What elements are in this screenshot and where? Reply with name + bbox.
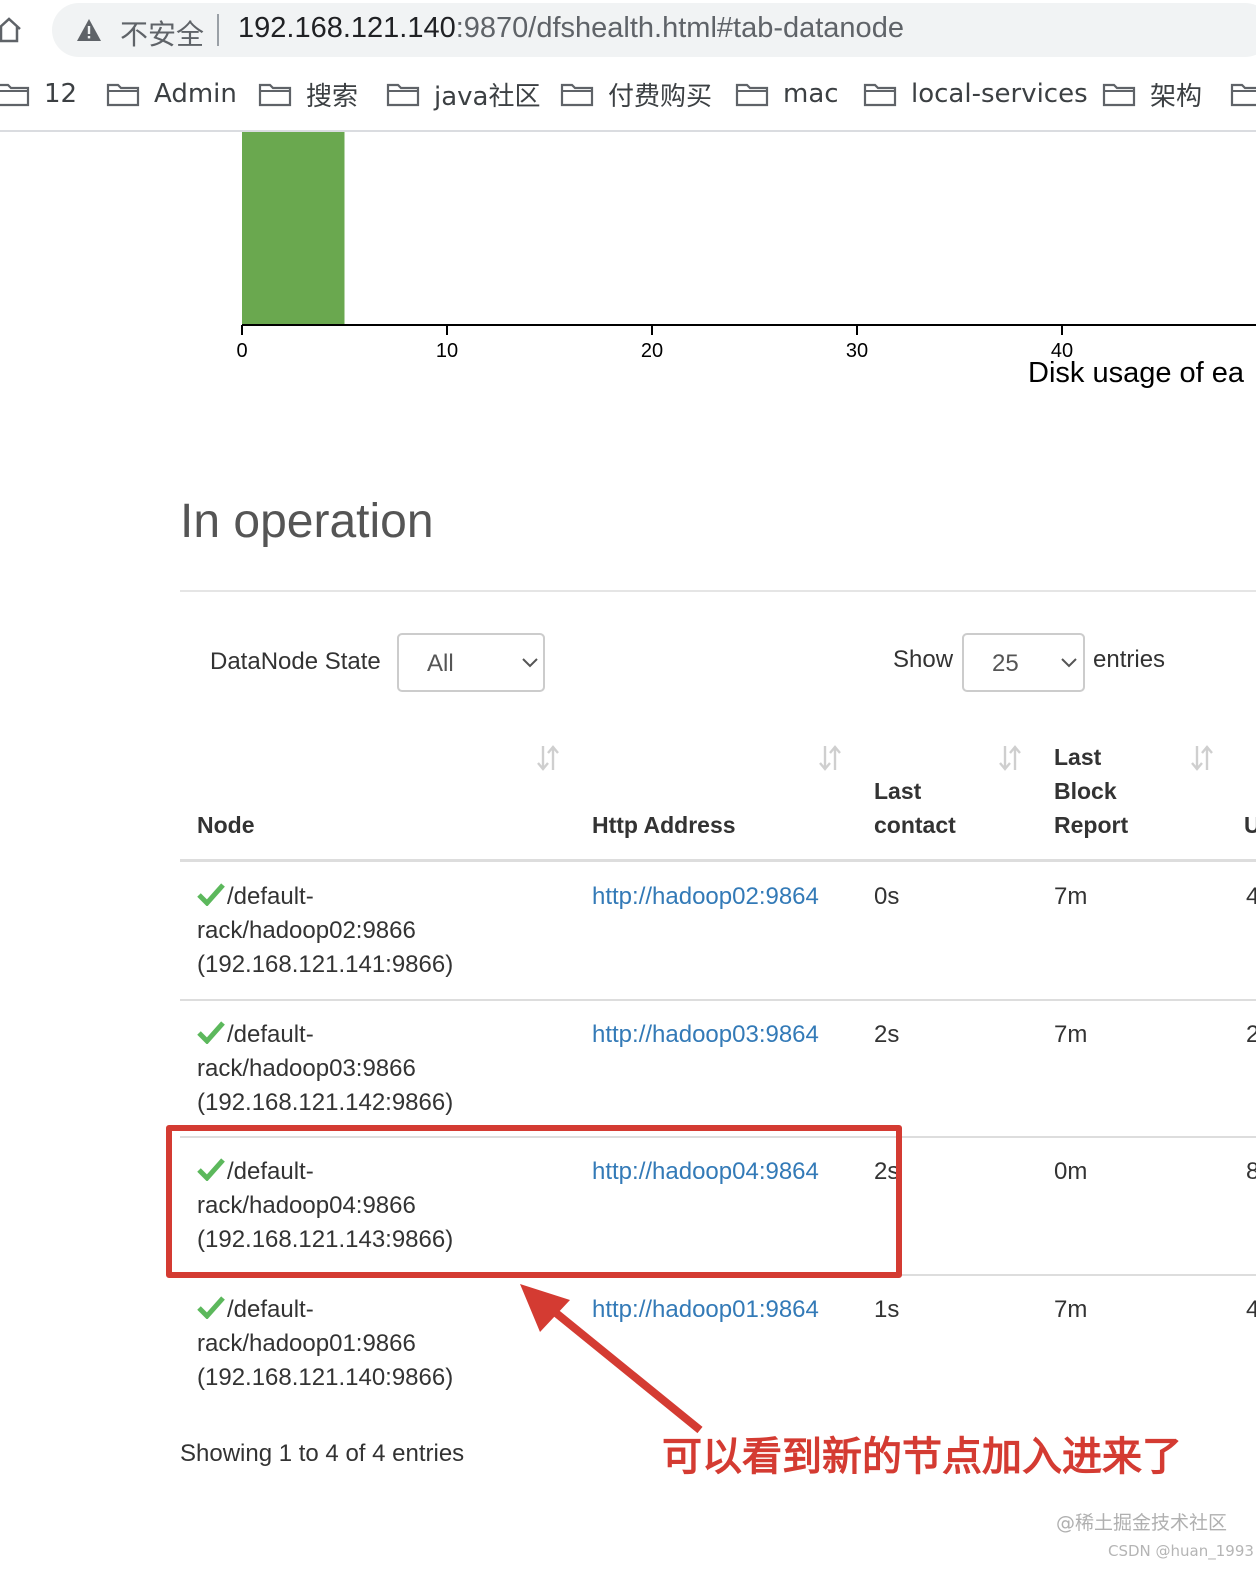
last-block-report-cell: 7m	[1054, 1296, 1088, 1323]
last-block-report-cell: 0m	[1054, 1158, 1088, 1185]
node-cell: /default- rack/hadoop01:9866 (192.168.12…	[197, 1296, 454, 1391]
check-icon	[197, 1296, 225, 1319]
x-tick-label: 30	[846, 340, 868, 362]
bookmark-local-services[interactable]: local-services	[863, 78, 1088, 110]
sort-icon[interactable]	[998, 744, 1022, 772]
folder-icon	[386, 83, 420, 107]
last-contact-cell: 0s	[874, 883, 900, 910]
http-address-link[interactable]: http://hadoop02:9864	[592, 880, 819, 914]
section-divider	[180, 590, 1256, 592]
bookmark-architecture[interactable]: 架构	[1102, 78, 1202, 112]
folder-icon	[863, 83, 897, 107]
folder-icon	[1230, 83, 1256, 107]
bookmark-search[interactable]: 搜索	[258, 78, 358, 112]
address-bar: 不安全 192.168.121.140:9870/dfshealth.html#…	[0, 0, 1256, 60]
truncated-cell: 4	[1246, 883, 1256, 910]
folder-icon	[735, 83, 769, 107]
bookmark-mac[interactable]: mac	[735, 78, 839, 110]
watermark: CSDN @huan_1993	[1108, 1542, 1254, 1560]
bookmarks-bar: 12 Admin 搜索 java社区 付费购买 mac local-servic…	[0, 66, 1256, 122]
highlight-box	[166, 1125, 902, 1278]
folder-icon	[1102, 83, 1136, 107]
table-info: Showing 1 to 4 of 4 entries	[180, 1440, 465, 1467]
annotation-text: 可以看到新的节点加入进来了	[662, 1434, 1182, 1480]
last-block-report-cell: 7m	[1054, 1021, 1088, 1048]
column-header-truncated[interactable]: U	[1244, 808, 1256, 842]
truncated-cell: 8	[1246, 1158, 1256, 1185]
folder-icon	[106, 83, 140, 107]
disk-usage-histogram: 0 10 20 30 40 Disk usage of ea	[236, 132, 1256, 389]
histogram-bar	[242, 132, 345, 325]
entries-label: entries	[1093, 646, 1166, 673]
column-header-node[interactable]: Node	[197, 808, 255, 842]
url-text[interactable]: 192.168.121.140:9870/dfshealth.html#tab-…	[238, 12, 904, 45]
http-address-link[interactable]: http://hadoop03:9864	[592, 1018, 819, 1052]
node-cell: /default- rack/hadoop02:9866 (192.168.12…	[197, 883, 454, 978]
state-value: All	[427, 650, 454, 677]
chart-title: Disk usage of ea	[1028, 357, 1245, 389]
bookmark-12[interactable]: 12	[0, 78, 77, 110]
folder-icon	[560, 83, 594, 107]
home-icon[interactable]	[0, 16, 22, 44]
truncated-cell: 2	[1246, 1021, 1256, 1048]
url-path: :9870/dfshealth.html#tab-datanode	[455, 12, 904, 44]
section-title: In operation	[180, 495, 434, 548]
datanode-state-select[interactable]: All	[397, 633, 545, 692]
chevron-down-icon	[522, 658, 538, 668]
length-value: 25	[992, 650, 1019, 677]
folder-icon	[0, 83, 30, 107]
folder-icon	[258, 83, 292, 107]
last-contact-cell: 1s	[874, 1296, 900, 1323]
page-length-select[interactable]: 25	[962, 633, 1085, 692]
security-label[interactable]: 不安全	[120, 13, 204, 53]
check-icon	[197, 1021, 225, 1044]
chevron-down-icon	[1061, 658, 1077, 668]
sort-icon[interactable]	[1190, 744, 1214, 772]
x-tick-label: 0	[236, 340, 247, 362]
datanode-state-label: DataNode State	[210, 648, 381, 675]
x-tick-label: 10	[436, 340, 458, 362]
bookmark-overflow[interactable]	[1230, 78, 1256, 110]
last-block-report-cell: 7m	[1054, 883, 1088, 910]
node-cell: /default- rack/hadoop03:9866 (192.168.12…	[197, 1021, 454, 1116]
table-header-divider	[180, 859, 1256, 862]
last-contact-cell: 2s	[874, 1021, 900, 1048]
bookmark-paid[interactable]: 付费购买	[560, 78, 712, 112]
show-label: Show	[893, 646, 954, 673]
column-header-last-contact[interactable]: Last contact	[874, 774, 956, 842]
url-host: 192.168.121.140	[238, 12, 456, 44]
bookmark-admin[interactable]: Admin	[106, 78, 237, 110]
watermark: @稀土掘金技术社区	[1056, 1512, 1228, 1534]
sort-icon[interactable]	[818, 744, 842, 772]
arrow-icon	[520, 1284, 703, 1434]
column-header-last-block-report[interactable]: Last Block Report	[1054, 740, 1128, 842]
row-divider	[180, 999, 1256, 1001]
sort-icon[interactable]	[536, 744, 560, 772]
column-header-http-address[interactable]: Http Address	[592, 808, 736, 842]
warning-icon[interactable]	[76, 18, 102, 42]
check-icon	[197, 883, 225, 906]
bookmark-java[interactable]: java社区	[386, 78, 540, 112]
x-tick-label: 20	[641, 340, 663, 362]
truncated-cell: 4	[1246, 1296, 1256, 1323]
url-separator	[217, 14, 219, 46]
